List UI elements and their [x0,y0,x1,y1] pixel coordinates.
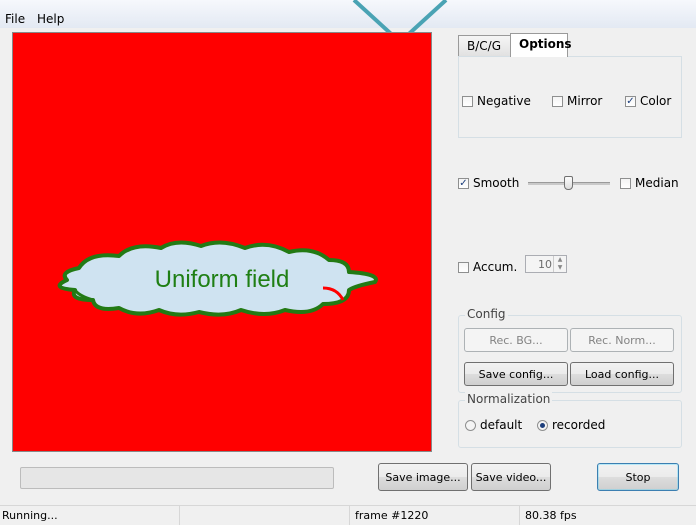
save-config-button[interactable]: Save config... [464,362,568,386]
load-config-button[interactable]: Load config... [570,362,674,386]
tab-options[interactable]: Options [510,33,572,57]
smooth-median-slider[interactable] [528,176,610,190]
negative-checkbox-box[interactable] [462,95,473,107]
default-radio-circle[interactable] [465,419,476,431]
accum-value[interactable]: 10 [538,258,552,271]
median-checkbox-box[interactable] [620,177,631,189]
tab-bcg-label: B/C/G [467,39,501,53]
status-fps: 80.38 fps [525,509,577,522]
config-group-label: Config [465,307,508,321]
recorded-radio[interactable]: recorded [537,418,605,432]
color-label: Color [640,94,672,108]
menu-help-label: Help [37,12,65,26]
tab-options-label: Options [519,37,572,51]
status-state: Running... [0,506,180,525]
annotation-text: Uniform field [154,266,290,293]
rec-norm-button[interactable]: Rec. Norm... [570,328,674,352]
save-video-button[interactable]: Save video... [471,463,551,491]
tab-bcg[interactable]: B/C/G [458,35,512,56]
menu-file-label: File [5,12,26,26]
rec-bg-button[interactable]: Rec. BG... [464,328,568,352]
status-frame: frame #1220 [350,506,520,525]
mirror-label: Mirror [567,94,603,108]
video-viewer: Uniform field [12,32,432,452]
negative-checkbox[interactable]: Negative [462,94,531,108]
accum-spinbox[interactable]: 10 ▲ ▼ [525,255,567,273]
spin-up-icon[interactable]: ▲ [553,256,566,264]
negative-label: Negative [477,94,531,108]
mirror-checkbox[interactable]: Mirror [552,94,602,108]
median-label: Median [635,176,679,190]
spin-down-icon[interactable]: ▼ [553,264,566,272]
normalization-group-label: Normalization [465,392,553,406]
checkmark-icon[interactable]: ✓ [458,177,469,189]
accum-label: Accum. [473,260,518,274]
progress-bar [20,467,334,489]
status-bar: Running... frame #1220 80.38 fps [0,505,696,525]
mirror-checkbox-box[interactable] [552,95,563,107]
menu-file[interactable]: File [5,12,25,26]
accum-checkbox-box[interactable] [458,261,469,273]
status-spacer [180,506,350,525]
recorded-radio-label: recorded [552,418,606,432]
smooth-checkbox[interactable]: ✓ Smooth [458,176,519,190]
stop-button[interactable]: Stop [597,463,679,491]
default-radio-label: default [480,418,523,432]
menu-bar: File Help [0,0,696,28]
color-checkbox[interactable]: ✓ Color [625,94,671,108]
smooth-label: Smooth [473,176,520,190]
checkmark-icon[interactable]: ✓ [625,95,636,107]
slider-thumb[interactable] [564,176,573,190]
accum-checkbox[interactable]: Accum. [458,260,517,274]
menu-help[interactable]: Help [37,12,64,26]
save-image-button[interactable]: Save image... [378,463,468,491]
median-checkbox[interactable]: Median [620,176,679,190]
default-radio[interactable]: default [465,418,522,432]
recorded-radio-circle[interactable] [537,419,548,431]
